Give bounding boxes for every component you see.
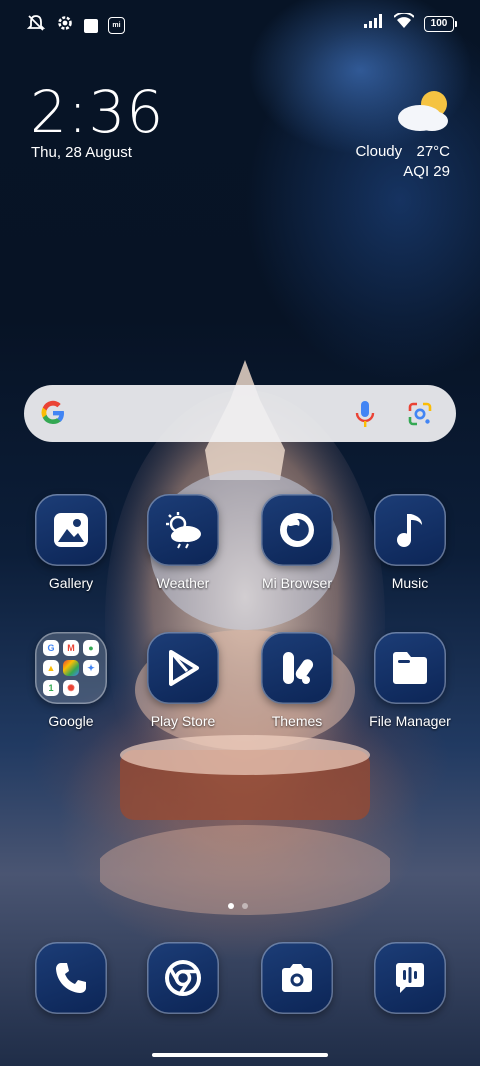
file-manager-icon <box>374 632 446 704</box>
gesture-navigation-bar[interactable] <box>152 1053 328 1057</box>
google-folder-icon: G M ● ▲ ✦ 1 ✺ <box>35 632 107 704</box>
square-icon <box>84 18 98 33</box>
voice-search-icon[interactable] <box>355 400 375 428</box>
messages-icon <box>374 942 446 1014</box>
app-label: Themes <box>271 713 323 729</box>
status-bar: mi 100 <box>0 0 480 46</box>
app-label: Play Store <box>150 713 216 729</box>
blank-mini-icon <box>83 680 99 696</box>
weather-condition: Cloudy <box>355 143 403 160</box>
app-label: Google <box>48 713 94 729</box>
app-label: Gallery <box>48 575 94 591</box>
dock-messages[interactable] <box>355 942 465 1014</box>
dock-phone[interactable] <box>16 942 126 1014</box>
clock-time[interactable]: 2:36 <box>30 78 164 146</box>
weather-temperature: 27°C <box>416 143 450 160</box>
signal-icon <box>364 14 384 33</box>
one-mini-icon: 1 <box>43 680 59 696</box>
themes-icon <box>261 632 333 704</box>
battery-indicator: 100 <box>424 15 457 32</box>
partly-cloudy-icon[interactable] <box>396 88 452 134</box>
pinwheel-mini-icon: ✦ <box>83 660 99 676</box>
drive-mini-icon: ▲ <box>43 660 59 676</box>
google-g-icon <box>41 400 64 425</box>
gear-icon <box>56 14 74 37</box>
page-dot-active <box>228 903 234 909</box>
clock-date[interactable]: Thu, 28 August <box>31 144 132 161</box>
google-search-bar[interactable] <box>24 385 456 442</box>
browser-icon <box>261 494 333 566</box>
gallery-icon <box>35 494 107 566</box>
mi-icon: mi <box>108 17 125 34</box>
weather-aqi[interactable]: AQI 29 <box>403 163 450 180</box>
weather-icon <box>147 494 219 566</box>
chrome-icon <box>147 942 219 1014</box>
app-music[interactable]: Music <box>355 494 465 591</box>
page-indicator <box>228 903 248 909</box>
app-play-store[interactable]: Play Store <box>128 632 238 729</box>
notification-muted-icon <box>26 13 46 38</box>
photos-mini-icon <box>63 660 79 676</box>
app-folder-google[interactable]: G M ● ▲ ✦ 1 ✺ Google <box>16 632 126 729</box>
assistant-mini-icon: ✺ <box>63 680 79 696</box>
app-label: File Manager <box>369 713 451 729</box>
camera-icon <box>261 942 333 1014</box>
page-dot <box>242 903 248 909</box>
app-themes[interactable]: Themes <box>242 632 352 729</box>
google-lens-icon[interactable] <box>407 401 433 427</box>
app-mi-browser[interactable]: Mi Browser <box>242 494 352 591</box>
play-store-icon <box>147 632 219 704</box>
weather-summary[interactable]: Cloudy 27°C <box>355 143 450 160</box>
app-file-manager[interactable]: File Manager <box>355 632 465 729</box>
music-icon <box>374 494 446 566</box>
dock-camera[interactable] <box>242 942 352 1014</box>
wifi-icon <box>393 11 415 34</box>
dock-chrome[interactable] <box>128 942 238 1014</box>
google-app-mini-icon: G <box>43 640 59 656</box>
app-label: Mi Browser <box>261 575 332 591</box>
phone-icon <box>35 942 107 1014</box>
app-gallery[interactable]: Gallery <box>16 494 126 591</box>
maps-mini-icon: ● <box>83 640 99 656</box>
app-weather[interactable]: Weather <box>128 494 238 591</box>
gmail-mini-icon: M <box>63 640 79 656</box>
app-label: Weather <box>156 575 210 591</box>
app-label: Music <box>391 575 429 591</box>
